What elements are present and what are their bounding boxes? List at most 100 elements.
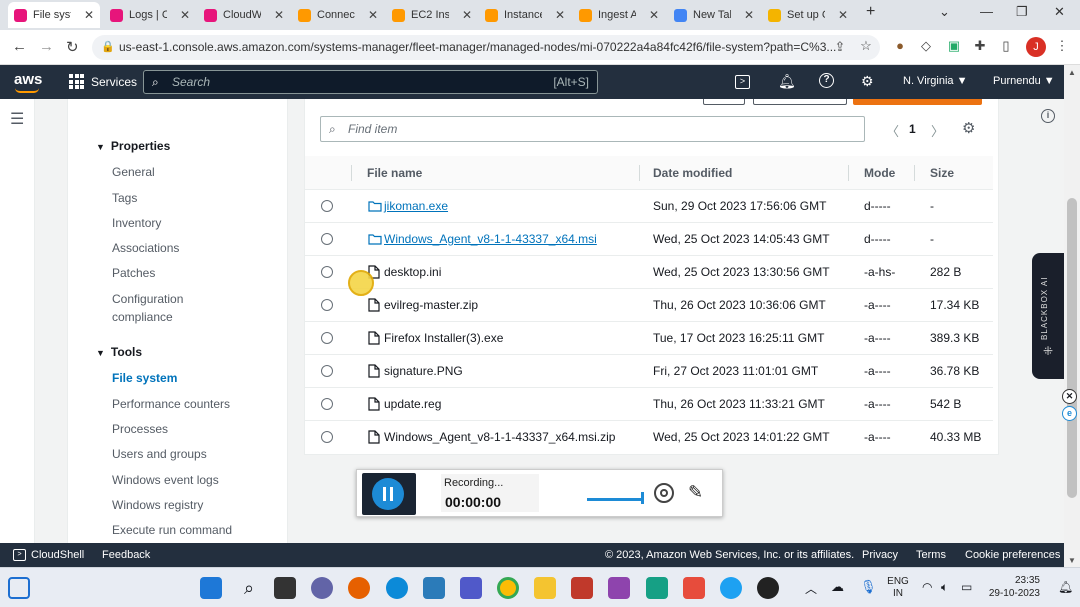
browser-tab[interactable]: CloudW ✕ [198,2,290,28]
aws-search-input[interactable]: ⌕ Search [Alt+S] [143,70,598,94]
clock-time[interactable]: 23:35 [984,575,1040,586]
tab-close-icon[interactable]: ✕ [555,8,565,22]
file-name-link[interactable]: Windows_Agent_v8-1-1-43337_x64.msi [384,232,597,246]
tray-chevron-up-icon[interactable]: ︿ [805,580,817,597]
sidebar-item-windows-event-logs[interactable]: Windows event logs [112,471,219,489]
share-icon[interactable]: ⇪ [832,39,848,55]
webcam-icon[interactable] [654,483,674,503]
onedrive-icon[interactable]: ☁ [831,579,844,595]
recorder-app-icon[interactable] [757,577,779,599]
start-windows-icon[interactable] [200,577,222,599]
row-radio[interactable] [321,233,333,245]
row-radio[interactable] [321,332,333,344]
file-name-link[interactable]: jikoman.exe [384,199,448,213]
column-date-modified[interactable]: Date modified [653,166,732,180]
column-mode[interactable]: Mode [864,166,895,180]
sidebar-item-associations[interactable]: Associations [112,239,179,257]
file-explorer-icon[interactable] [534,577,556,599]
scroll-up-arrow-icon[interactable]: ▲ [1068,68,1076,77]
volume-icon[interactable]: 🔈︎ [941,580,948,595]
wifi-icon[interactable]: ◠ [922,580,932,594]
chrome-icon[interactable] [497,577,519,599]
page-number[interactable]: 1 [909,122,916,136]
scrollbar-thumb[interactable] [1067,198,1077,498]
region-selector[interactable]: N. Virginia ▼ [903,75,968,87]
url-field[interactable]: 🔒 us-east-1.console.aws.amazon.com/syste… [92,35,880,60]
browser-tab[interactable]: Logs | C ✕ [104,2,196,28]
row-radio[interactable] [321,398,333,410]
next-page-icon[interactable]: 〉 [931,121,944,140]
file-name[interactable]: Firefox Installer(3).exe [384,331,503,345]
browser-tab[interactable]: EC2 Inst ✕ [386,2,478,28]
teams-icon[interactable] [460,577,482,599]
back-icon[interactable]: ← [12,38,27,55]
volume-slider[interactable] [587,498,643,501]
profile-avatar[interactable]: J [1026,37,1046,57]
new-tab-button[interactable]: + [866,3,875,21]
calculator-icon[interactable] [646,577,668,599]
file-name[interactable]: signature.PNG [384,364,463,378]
terms-link[interactable]: Terms [916,549,946,561]
browser-tab[interactable]: Ingest A ✕ [573,2,665,28]
clock-date[interactable]: 29-10-2023 [984,588,1040,599]
firefox-icon[interactable] [348,577,370,599]
browser-tab[interactable]: Instance ✕ [479,2,571,28]
teams-chat-icon[interactable] [311,577,333,599]
column-file-name[interactable]: File name [367,166,422,180]
edge-icon[interactable] [386,577,408,599]
sidebar-item-processes[interactable]: Processes [112,420,168,438]
cloudshell-link[interactable]: CloudShell [31,549,84,561]
extension-e-icon[interactable]: e [1062,406,1077,421]
table-row[interactable]: evilreg-master.zip Thu, 26 Oct 2023 10:3… [305,289,993,322]
app-e-icon[interactable] [720,577,742,599]
cookie-preferences-link[interactable]: Cookie preferences [965,549,1060,561]
extension-badge-icon[interactable]: ▣ [946,38,962,54]
sidebar-item-tags[interactable]: Tags [112,189,137,207]
tab-close-icon[interactable]: ✕ [744,8,754,22]
cookie-extension-icon[interactable]: ● [892,38,908,54]
sidebar-item-performance-counters[interactable]: Performance counters [112,395,230,413]
extensions-puzzle-icon[interactable]: ✚ [972,38,988,54]
privacy-link[interactable]: Privacy [862,549,898,561]
sidebar-item-execute-run-command[interactable]: Execute run command [112,521,232,539]
column-size[interactable]: Size [930,166,954,180]
sidebar-item-general[interactable]: General [112,163,155,181]
browser-tab[interactable]: Connect ✕ [292,2,384,28]
aws-logo[interactable]: aws [14,71,42,93]
file-name[interactable]: evilreg-master.zip [384,298,478,312]
table-row[interactable]: Windows_Agent_v8-1-1-43337_x64.msi.zip W… [305,421,993,454]
action-button-partial-2[interactable] [753,99,847,105]
table-row[interactable]: desktop.ini Wed, 25 Oct 2023 13:30:56 GM… [305,256,993,289]
tab-close-icon[interactable]: ✕ [649,8,659,22]
sidebar-item-users-and-groups[interactable]: Users and groups [112,445,207,463]
feedback-link[interactable]: Feedback [102,549,150,561]
extension-diamond-icon[interactable]: ◇ [918,38,934,54]
table-row[interactable]: Firefox Installer(3).exe Tue, 17 Oct 202… [305,322,993,355]
tab-search-icon[interactable]: ⌄ [939,4,950,20]
cloudshell-icon[interactable]: > [735,75,750,89]
notification-center-icon[interactable]: 🔔︎ [1058,580,1073,594]
tab-close-icon[interactable]: ✕ [180,8,190,22]
settings-gear-icon[interactable]: ⚙ [861,73,874,90]
snipping-tool-icon[interactable] [683,577,705,599]
side-panel-icon[interactable]: ▯ [998,38,1014,54]
table-preferences-gear-icon[interactable]: ⚙ [962,119,975,137]
app-red-icon[interactable] [571,577,593,599]
tab-close-icon[interactable]: ✕ [84,8,94,22]
volume-slider-handle[interactable] [641,492,644,504]
pause-recording-button[interactable] [362,473,416,515]
services-menu-button[interactable]: Services [69,74,137,89]
browser-menu-icon[interactable]: ⋮ [1054,38,1070,54]
browser-tab[interactable]: Set up C ✕ [762,2,854,28]
previous-page-icon[interactable]: 〈 [886,121,899,140]
sidebar-item-compliance[interactable]: compliance [112,308,173,326]
forward-icon[interactable]: → [39,38,54,55]
file-name[interactable]: Windows_Agent_v8-1-1-43337_x64.msi.zip [384,430,615,444]
table-row[interactable]: signature.PNG Fri, 27 Oct 2023 11:01:01 … [305,355,993,388]
restore-icon[interactable]: ❐ [1016,4,1028,20]
widgets-icon[interactable] [8,577,30,599]
reload-icon[interactable]: ↻ [66,38,79,56]
bookmark-star-icon[interactable]: ☆ [858,38,874,54]
row-radio[interactable] [321,200,333,212]
app-triangle-icon[interactable] [608,577,630,599]
